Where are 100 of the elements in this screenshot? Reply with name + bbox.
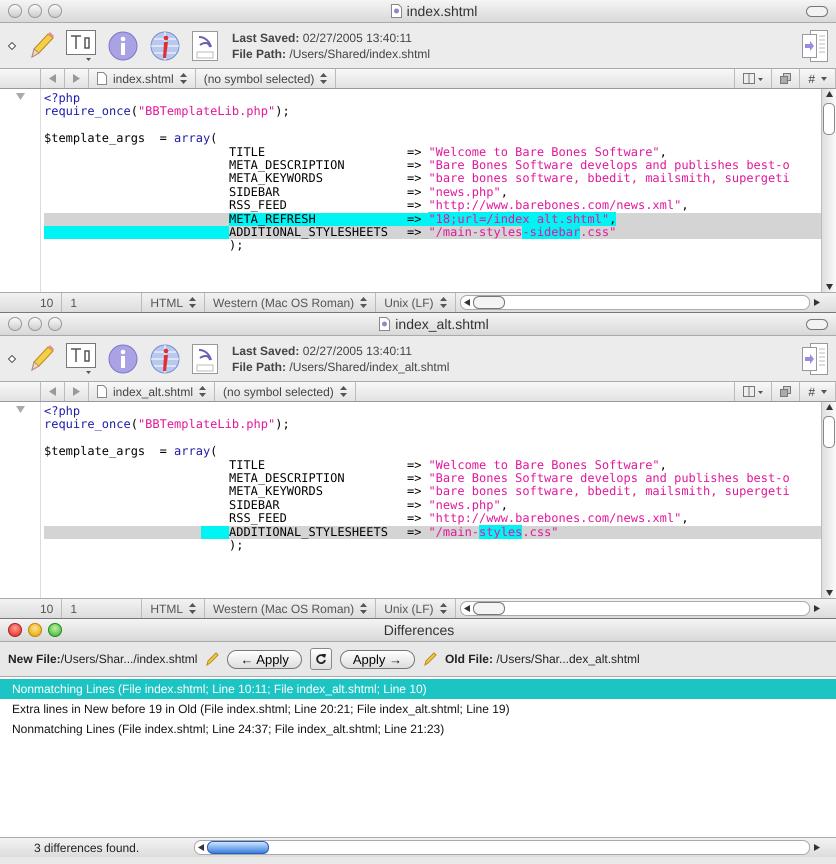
- document-arrow-icon[interactable]: [802, 342, 828, 374]
- page-icon: [97, 385, 107, 398]
- scroll-thumb[interactable]: [472, 296, 505, 309]
- text-document-icon[interactable]: [192, 30, 218, 60]
- scroll-left-icon[interactable]: [464, 605, 470, 612]
- file-menu[interactable]: index.shtml: [89, 69, 196, 88]
- arrow-operator: =>: [407, 158, 422, 172]
- minimize-button[interactable]: [28, 317, 42, 331]
- scroll-right-icon[interactable]: [814, 605, 820, 612]
- forward-arrow-icon[interactable]: [73, 387, 80, 396]
- close-button[interactable]: [8, 317, 22, 331]
- windows-icon[interactable]: [780, 73, 792, 84]
- toolbar-toggle-button[interactable]: [806, 6, 828, 16]
- scroll-right-icon[interactable]: [814, 844, 820, 851]
- line-endings-menu[interactable]: Unix (LF): [376, 293, 456, 312]
- code-line: );: [229, 239, 244, 253]
- code-line: <?php: [44, 405, 80, 418]
- apply-right-button[interactable]: Apply →: [340, 650, 415, 668]
- caret-icon: [821, 390, 827, 394]
- encoding-menu[interactable]: Western (Mac OS Roman): [205, 293, 376, 312]
- scroll-up-icon[interactable]: [826, 404, 832, 410]
- scroll-thumb[interactable]: [472, 602, 505, 615]
- globe-icon[interactable]: [150, 344, 180, 374]
- minimize-button[interactable]: [28, 623, 42, 637]
- scroll-down-icon[interactable]: [826, 284, 832, 290]
- refresh-icon: [314, 653, 327, 665]
- scroll-thumb[interactable]: [823, 103, 835, 135]
- arrow-operator: =>: [407, 212, 428, 226]
- scroll-right-icon[interactable]: [814, 299, 820, 306]
- array-value: "Bare Bones Software develops and publishes best-o: [428, 472, 790, 486]
- pencil-icon[interactable]: [205, 651, 220, 667]
- updown-icon: [320, 73, 328, 84]
- back-arrow-icon[interactable]: [49, 387, 56, 396]
- horizontal-scrollbar[interactable]: [194, 840, 810, 855]
- line-number: 10: [40, 602, 54, 616]
- file-path-text: File Path: /Users/Shared/index.shtml: [232, 46, 432, 60]
- back-arrow-icon[interactable]: [49, 74, 56, 83]
- scroll-thumb[interactable]: [207, 841, 269, 854]
- scroll-thumb[interactable]: [823, 416, 835, 448]
- text-options-icon[interactable]: [66, 30, 96, 62]
- column-number: 1: [70, 602, 78, 616]
- code-line: $template_args = array(: [44, 445, 218, 459]
- diamond-icon: [8, 42, 16, 50]
- refresh-button[interactable]: [310, 648, 332, 670]
- updown-icon: [180, 73, 187, 84]
- forward-arrow-icon[interactable]: [73, 74, 80, 83]
- page-icon: [97, 72, 107, 85]
- array-key: META_DESCRIPTION: [229, 158, 407, 172]
- scroll-left-icon[interactable]: [198, 844, 204, 851]
- updown-icon: [189, 603, 196, 614]
- document-arrow-icon[interactable]: [802, 30, 828, 62]
- language-menu[interactable]: HTML: [142, 293, 206, 312]
- globe-icon[interactable]: [150, 30, 180, 60]
- language-menu[interactable]: HTML: [142, 599, 206, 618]
- apply-left-button[interactable]: ← Apply: [227, 650, 302, 668]
- encoding-menu[interactable]: Western (Mac OS Roman): [205, 599, 376, 618]
- array-key: META_KEYWORDS: [229, 485, 407, 499]
- close-button[interactable]: [8, 623, 22, 637]
- text-document-icon[interactable]: [192, 344, 218, 374]
- last-saved-text: Last Saved: 02/27/2005 13:40:11: [232, 30, 413, 44]
- scroll-down-icon[interactable]: [826, 590, 832, 596]
- toolbar-toggle-button[interactable]: [806, 318, 828, 330]
- text-options-icon[interactable]: [66, 342, 96, 374]
- code-line: );: [229, 538, 244, 552]
- array-value: "/main-styles.css": [428, 526, 559, 539]
- array-value: "Bare Bones Software develops and publishes best-o: [428, 158, 790, 172]
- difference-item[interactable]: Extra lines in New before 19 in Old (File index.shtml; Line 20:21; File index_alt.shtml; Line 19): [0, 699, 836, 719]
- file-menu[interactable]: index_alt.shtml: [89, 382, 216, 401]
- line-endings-menu[interactable]: Unix (LF): [376, 599, 456, 618]
- book-icon[interactable]: [743, 73, 764, 84]
- symbol-menu[interactable]: (no symbol selected): [215, 382, 356, 401]
- horizontal-scrollbar[interactable]: [460, 601, 810, 616]
- info-icon[interactable]: [108, 30, 138, 60]
- arrow-operator: =>: [407, 199, 422, 213]
- pencil-icon[interactable]: [422, 651, 437, 667]
- counter-menu[interactable]: #: [800, 382, 836, 401]
- array-key: SIDEBAR: [229, 498, 407, 512]
- book-icon[interactable]: [743, 386, 764, 397]
- horizontal-scrollbar[interactable]: [460, 295, 810, 310]
- fold-triangle-icon[interactable]: [16, 93, 24, 100]
- zoom-button[interactable]: [48, 317, 62, 331]
- windows-icon[interactable]: [780, 386, 792, 397]
- scroll-left-icon[interactable]: [464, 299, 470, 306]
- array-key: TITLE: [229, 458, 407, 472]
- minimize-button[interactable]: [28, 4, 42, 18]
- counter-menu[interactable]: #: [800, 69, 836, 88]
- array-value: "bare bones software, bbedit, mailsmith, supergeti: [428, 485, 790, 499]
- close-button[interactable]: [8, 4, 22, 18]
- difference-item[interactable]: Nonmatching Lines (File index.shtml; Line 24:37; File index_alt.shtml; Line 21:23): [0, 719, 836, 739]
- zoom-button[interactable]: [48, 4, 62, 18]
- array-key: SIDEBAR: [229, 186, 407, 200]
- scroll-up-icon[interactable]: [826, 91, 832, 97]
- array-value: "18;url=/index_alt.shtml",: [428, 212, 616, 226]
- array-value: "news.php",: [428, 498, 508, 512]
- info-icon[interactable]: [108, 344, 138, 374]
- fold-triangle-icon[interactable]: [16, 406, 24, 413]
- symbol-menu[interactable]: (no symbol selected): [196, 69, 336, 88]
- array-key: ADDITIONAL_STYLESHEETS: [229, 526, 407, 539]
- zoom-button[interactable]: [48, 623, 62, 637]
- array-key: META_REFRESH: [229, 212, 407, 226]
